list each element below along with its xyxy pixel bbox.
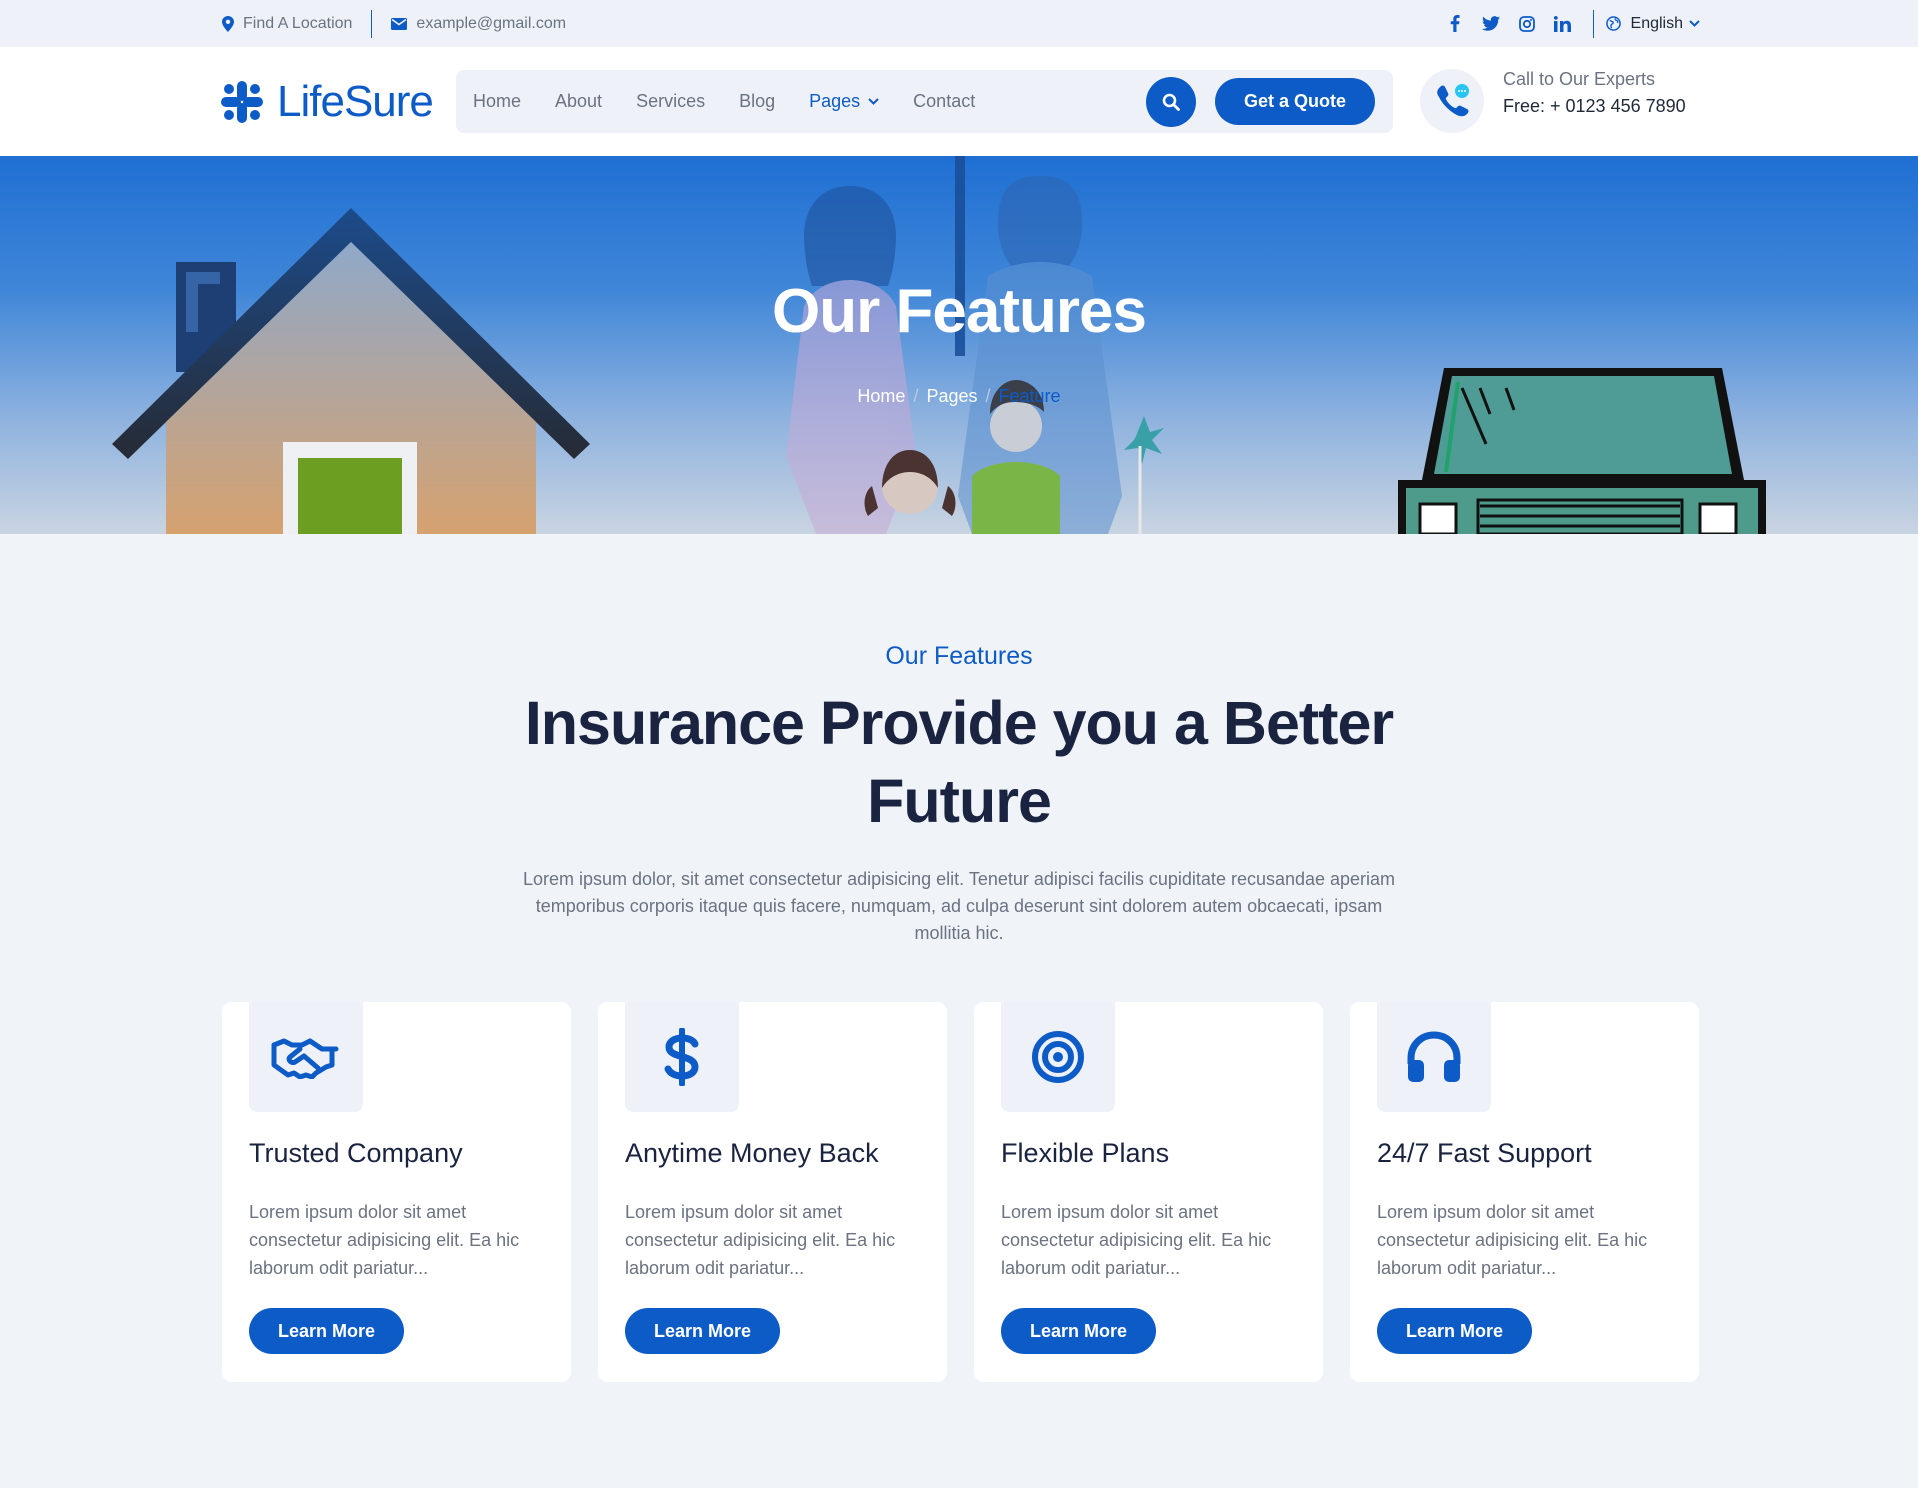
get-quote-button[interactable]: Get a Quote [1215, 78, 1375, 125]
nav-pages-label: Pages [809, 91, 861, 111]
feature-title: Flexible Plans [1001, 1138, 1170, 1168]
headphones-icon [1407, 1031, 1461, 1082]
nav-contact[interactable]: Contact [913, 91, 975, 112]
breadcrumb-pages[interactable]: Pages [926, 386, 977, 406]
search-button[interactable] [1146, 77, 1196, 127]
learn-more-button[interactable]: Learn More [1001, 1308, 1156, 1354]
breadcrumb-separator: / [913, 386, 919, 406]
chevron-down-icon [1689, 20, 1700, 27]
breadcrumb-current: Feature [998, 386, 1061, 406]
feature-icon-box [249, 1002, 363, 1112]
feature-text: Lorem ipsum dolor sit amet consectetur a… [1001, 1202, 1272, 1278]
feature-card: Anytime Money Back Lorem ipsum dolor sit… [598, 1002, 947, 1382]
location-text: Find A Location [243, 14, 353, 32]
top-bar: Find A Location example@gmail.com Englis… [0, 0, 1918, 47]
logo[interactable]: LifeSure [221, 77, 434, 127]
search-icon [1162, 93, 1180, 111]
feature-icon-box [625, 1002, 739, 1112]
envelope-icon [391, 17, 408, 30]
nav-home[interactable]: Home [473, 91, 521, 112]
feature-icon-box [1377, 1002, 1491, 1112]
phone-chat-icon [1437, 84, 1469, 117]
nav-services[interactable]: Services [636, 91, 705, 112]
call-number[interactable]: Free: + 0123 456 7890 [1503, 96, 1686, 117]
main-header: LifeSure Home About Services Blog Pages … [0, 47, 1918, 156]
linkedin-icon[interactable] [1545, 6, 1581, 42]
breadcrumb-separator: / [985, 386, 991, 406]
phone-icon-badge [1420, 69, 1484, 133]
facebook-icon[interactable] [1437, 6, 1473, 42]
email-text: example@gmail.com [416, 14, 567, 32]
email-link[interactable]: example@gmail.com [391, 15, 566, 33]
chevron-down-icon [868, 98, 879, 105]
logo-text: LifeSure [277, 77, 434, 126]
feature-title: Trusted Company [249, 1138, 463, 1168]
target-icon [1032, 1031, 1084, 1083]
logo-icon [221, 81, 263, 123]
feature-text: Lorem ipsum dolor sit amet consectetur a… [249, 1202, 520, 1278]
learn-more-button[interactable]: Learn More [1377, 1308, 1532, 1354]
feature-icon-box [1001, 1002, 1115, 1112]
feature-card: Trusted Company Lorem ipsum dolor sit am… [222, 1002, 571, 1382]
feature-title: Anytime Money Back [625, 1138, 879, 1168]
section-subtitle: Our Features [885, 642, 1033, 670]
learn-more-button[interactable]: Learn More [625, 1308, 780, 1354]
call-info: Call to Our Experts Free: + 0123 456 789… [1503, 69, 1686, 117]
hero-title: Our Features [772, 277, 1147, 346]
section-title: Insurance Provide you a Better Future [524, 689, 1394, 835]
language-label: English [1630, 14, 1683, 32]
map-pin-icon [222, 15, 234, 32]
globe-icon [1605, 16, 1621, 31]
call-label: Call to Our Experts [1503, 69, 1656, 89]
nav-about[interactable]: About [555, 91, 602, 112]
instagram-icon[interactable] [1509, 6, 1545, 42]
divider [1592, 9, 1594, 38]
feature-title: 24/7 Fast Support [1377, 1138, 1592, 1168]
navigation-bar: Home About Services Blog Pages Contact G… [456, 70, 1393, 133]
feature-text: Lorem ipsum dolor sit amet consectetur a… [1377, 1202, 1648, 1278]
language-selector[interactable]: English [1605, 14, 1700, 33]
twitter-icon[interactable] [1473, 6, 1509, 42]
dollar-icon [664, 1028, 699, 1086]
breadcrumb: Home / Pages / Feature [0, 386, 1918, 407]
divider [371, 9, 373, 38]
nav-pages[interactable]: Pages [809, 91, 879, 112]
location-link[interactable]: Find A Location [222, 15, 352, 33]
nav-blog[interactable]: Blog [739, 91, 775, 112]
learn-more-button[interactable]: Learn More [249, 1308, 404, 1354]
section-description: Lorem ipsum dolor, sit amet consectetur … [522, 869, 1396, 943]
feature-text: Lorem ipsum dolor sit amet consectetur a… [625, 1202, 896, 1278]
handshake-icon [271, 1038, 339, 1079]
feature-card: 24/7 Fast Support Lorem ipsum dolor sit … [1350, 1002, 1699, 1382]
page-hero: Our Features Home / Pages / Feature [0, 156, 1918, 534]
feature-card: Flexible Plans Lorem ipsum dolor sit ame… [974, 1002, 1323, 1382]
breadcrumb-home[interactable]: Home [857, 386, 905, 406]
